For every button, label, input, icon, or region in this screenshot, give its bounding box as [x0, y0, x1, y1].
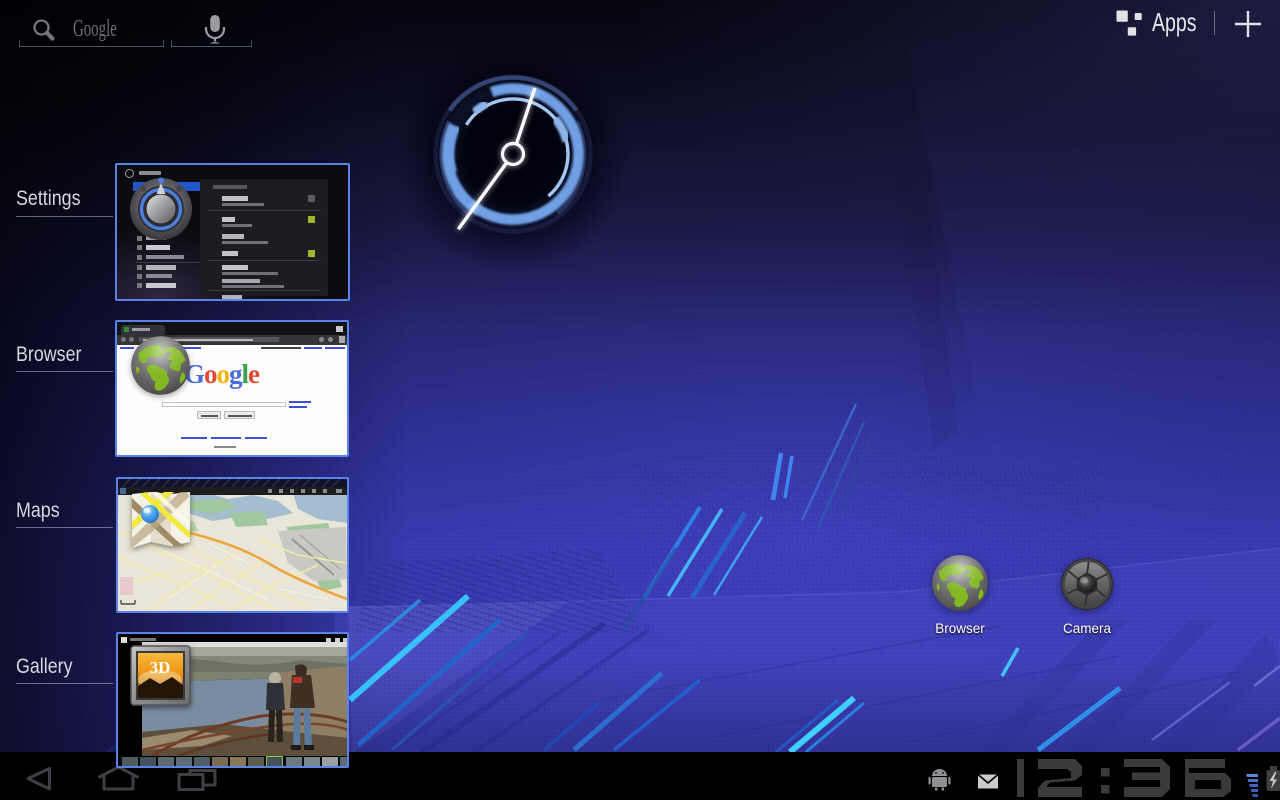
svg-text:3D: 3D	[150, 658, 171, 677]
